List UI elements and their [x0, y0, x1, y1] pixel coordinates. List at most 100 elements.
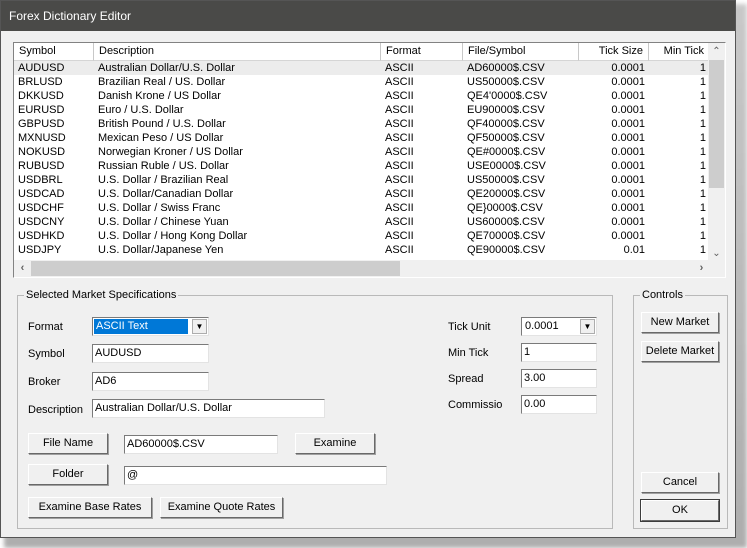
cell-tick-size: 0.0001 — [611, 132, 645, 144]
cell-format: ASCII — [385, 160, 414, 172]
cell-format: ASCII — [385, 104, 414, 116]
cell-min-tick: 1 — [699, 146, 706, 158]
table-row[interactable]: NOKUSD Norwegian Kroner / US Dollar ASCII Q… — [14, 145, 710, 159]
cell-file: QF50000$.CSV — [467, 132, 545, 144]
cell-symbol: DKKUSD — [18, 90, 64, 102]
cell-min-tick: 1 — [699, 62, 706, 74]
ok-button[interactable]: OK — [640, 499, 720, 522]
column-header-min-tick[interactable]: Min Tick — [649, 43, 710, 61]
examine-quote-rates-button[interactable]: Examine Quote Rates — [160, 497, 283, 518]
cell-tick-size: 0.0001 — [611, 202, 645, 214]
vertical-scrollbar[interactable]: ⌃ ⌄ — [708, 43, 725, 262]
cell-symbol: RUBUSD — [18, 160, 65, 172]
commission-label: Commissio — [448, 399, 503, 411]
cell-tick-size: 0.0001 — [611, 104, 645, 116]
cell-format: ASCII — [385, 230, 414, 242]
cell-description: U.S. Dollar/Canadian Dollar — [98, 188, 234, 200]
broker-field[interactable]: AD6 — [92, 372, 209, 391]
cell-description: Russian Ruble / US. Dollar — [98, 160, 229, 172]
column-header-tick-size[interactable]: Tick Size — [579, 43, 649, 61]
cell-tick-size: 0.0001 — [611, 62, 645, 74]
commission-field[interactable]: 0.00 — [521, 395, 597, 414]
examine-base-rates-button[interactable]: Examine Base Rates — [28, 497, 152, 518]
cell-symbol: USDCNY — [18, 216, 65, 228]
dropdown-arrow-icon[interactable]: ▼ — [580, 319, 595, 334]
cell-tick-size: 0.0001 — [611, 216, 645, 228]
folder-field[interactable]: @ — [124, 466, 387, 485]
cell-symbol: MXNUSD — [18, 132, 66, 144]
table-row[interactable]: GBPUSD British Pound / U.S. Dollar ASCII QF… — [14, 117, 710, 131]
cell-symbol: GBPUSD — [18, 118, 65, 130]
table-row[interactable]: USDJPY U.S. Dollar/Japanese Yen ASCII QE90… — [14, 243, 710, 257]
cell-tick-size: 0.0001 — [611, 76, 645, 88]
min-tick-label: Min Tick — [448, 347, 489, 359]
cell-description: U.S. Dollar / Chinese Yuan — [98, 216, 229, 228]
table-row[interactable]: USDCAD U.S. Dollar/Canadian Dollar ASCII QE… — [14, 187, 710, 201]
cell-format: ASCII — [385, 216, 414, 228]
column-header-file-symbol[interactable]: File/Symbol — [463, 43, 579, 61]
table-row[interactable]: EURUSD Euro / U.S. Dollar ASCII EU90000$.CS… — [14, 103, 710, 117]
table-row[interactable]: MXNUSD Mexican Peso / US Dollar ASCII QF500… — [14, 131, 710, 145]
file-name-field[interactable]: AD60000$.CSV — [124, 435, 278, 454]
format-select[interactable]: ASCII Text ▼ — [92, 317, 209, 336]
cell-symbol: USDCAD — [18, 188, 65, 200]
cell-min-tick: 1 — [699, 174, 706, 186]
table-row[interactable]: USDHKD U.S. Dollar / Hong Kong Dollar ASCI… — [14, 229, 710, 243]
table-row[interactable]: USDCHF U.S. Dollar / Swiss Franc ASCII QE}0… — [14, 201, 710, 215]
cell-min-tick: 1 — [699, 216, 706, 228]
cell-file: QE70000$.CSV — [467, 230, 546, 242]
vertical-scroll-thumb[interactable] — [709, 60, 724, 188]
folder-button[interactable]: Folder — [28, 464, 108, 485]
window-title: Forex Dictionary Editor — [1, 1, 735, 31]
cell-tick-size: 0.0001 — [611, 146, 645, 158]
markets-list[interactable]: Symbol Description Format File/Symbol Ti… — [13, 42, 726, 278]
cell-file: QE}0000$.CSV — [467, 202, 543, 214]
column-header-format[interactable]: Format — [381, 43, 463, 61]
horizontal-scrollbar[interactable]: ‹ › — [14, 260, 710, 277]
cell-tick-size: 0.0001 — [611, 230, 645, 242]
spread-label: Spread — [448, 373, 484, 385]
table-row[interactable]: USDCNY U.S. Dollar / Chinese Yuan ASCII US6… — [14, 215, 710, 229]
cell-file: US50000$.CSV — [467, 174, 545, 186]
table-row[interactable]: DKKUSD Danish Krone / US Dollar ASCII QE4'0… — [14, 89, 710, 103]
cell-tick-size: 0.0001 — [611, 90, 645, 102]
file-name-button[interactable]: File Name — [28, 433, 108, 454]
broker-label: Broker — [28, 376, 61, 388]
table-row[interactable]: BRLUSD Brazilian Real / US. Dollar ASCII US… — [14, 75, 710, 89]
cell-file: AD60000$.CSV — [467, 62, 545, 74]
cell-file: QE90000$.CSV — [467, 244, 546, 256]
table-row[interactable]: RUBUSD Russian Ruble / US. Dollar ASCII USE… — [14, 159, 710, 173]
cell-description: U.S. Dollar / Brazilian Real — [98, 174, 229, 186]
cancel-button[interactable]: Cancel — [641, 472, 719, 493]
column-header-description[interactable]: Description — [94, 43, 381, 61]
cell-min-tick: 1 — [699, 76, 706, 88]
chevron-up-icon[interactable]: ⌃ — [708, 43, 725, 60]
description-field[interactable]: Australian Dollar/U.S. Dollar — [92, 399, 325, 418]
cell-format: ASCII — [385, 90, 414, 102]
cell-format: ASCII — [385, 62, 414, 74]
cell-file: QE20000$.CSV — [467, 188, 546, 200]
tick-unit-select[interactable]: 0.0001 ▼ — [521, 317, 597, 336]
chevron-left-icon[interactable]: ‹ — [14, 260, 31, 277]
min-tick-field[interactable]: 1 — [521, 343, 597, 362]
cell-file: QF40000$.CSV — [467, 118, 545, 130]
cell-min-tick: 1 — [699, 104, 706, 116]
dropdown-arrow-icon[interactable]: ▼ — [192, 319, 207, 334]
cell-description: Mexican Peso / US Dollar — [98, 132, 224, 144]
cell-symbol: USDCHF — [18, 202, 64, 214]
cell-format: ASCII — [385, 132, 414, 144]
horizontal-scroll-thumb[interactable] — [31, 261, 400, 276]
table-row[interactable]: AUDUSD Australian Dollar/U.S. Dollar ASCII… — [14, 61, 710, 75]
cell-file: EU90000$.CSV — [467, 104, 545, 116]
new-market-button[interactable]: New Market — [641, 312, 719, 333]
cell-symbol: BRLUSD — [18, 76, 63, 88]
symbol-label: Symbol — [28, 348, 65, 360]
table-row[interactable]: USDBRL U.S. Dollar / Brazilian Real ASCII U… — [14, 173, 710, 187]
spread-field[interactable]: 3.00 — [521, 369, 597, 388]
column-header-symbol[interactable]: Symbol — [14, 43, 94, 61]
symbol-field[interactable]: AUDUSD — [92, 344, 209, 363]
delete-market-button[interactable]: Delete Market — [641, 341, 719, 362]
list-body: AUDUSD Australian Dollar/U.S. Dollar ASCII… — [14, 61, 710, 257]
cell-symbol: USDHKD — [18, 230, 65, 242]
examine-button[interactable]: Examine — [295, 433, 375, 454]
